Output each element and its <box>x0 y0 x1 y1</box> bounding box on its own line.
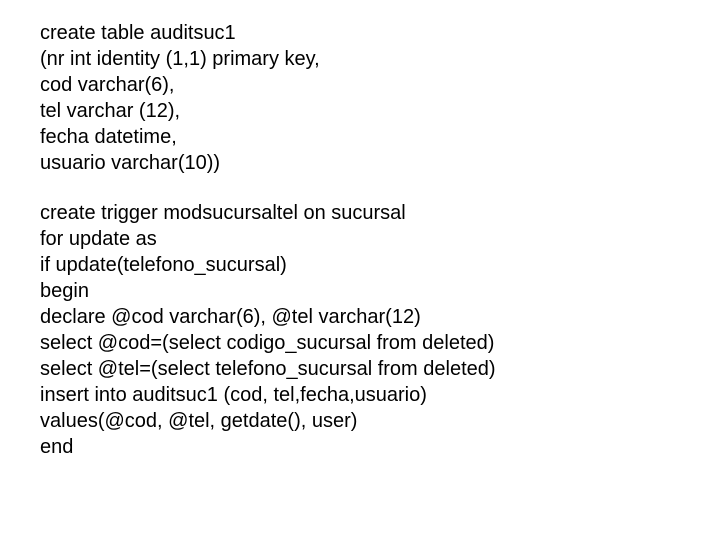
sql-slide: create table auditsuc1 (nr int identity … <box>0 0 720 460</box>
sql-create-table-block: create table auditsuc1 (nr int identity … <box>40 20 720 176</box>
sql-create-trigger-block: create trigger modsucursaltel on sucursa… <box>40 200 720 460</box>
block-gap <box>40 176 720 200</box>
